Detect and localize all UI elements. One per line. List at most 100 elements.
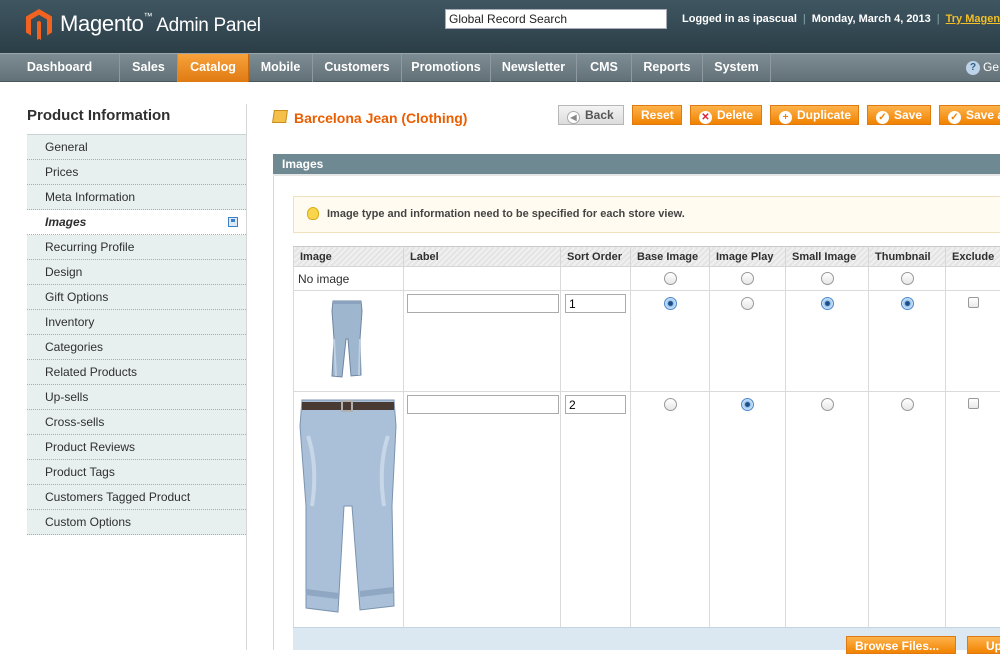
nav-cms[interactable]: CMS bbox=[577, 54, 632, 82]
sidebar-item-custom-options[interactable]: Custom Options bbox=[27, 510, 246, 535]
nav-newsletter[interactable]: Newsletter bbox=[491, 54, 577, 82]
sidebar-divider bbox=[246, 104, 247, 650]
sort-order-input[interactable] bbox=[565, 395, 626, 414]
images-table: Image Label Sort Order Base Image Image … bbox=[293, 246, 1000, 628]
exclude-checkbox[interactable] bbox=[968, 398, 979, 409]
sidebar-tabs: General Prices Meta Information Images R… bbox=[27, 134, 246, 535]
page-title: Barcelona Jean (Clothing) bbox=[294, 110, 467, 126]
product-image-thumbnail[interactable] bbox=[327, 299, 367, 379]
reset-button[interactable]: Reset bbox=[632, 105, 682, 125]
save-and-continue-label: Save a bbox=[966, 108, 1000, 122]
image-label-input[interactable] bbox=[407, 395, 559, 414]
sidebar-item-related-products[interactable]: Related Products bbox=[27, 360, 246, 385]
save-button[interactable]: ✓Save bbox=[867, 105, 931, 125]
sidebar-item-design[interactable]: Design bbox=[27, 260, 246, 285]
exclude-checkbox[interactable] bbox=[968, 297, 979, 308]
column-header-image-play: Image Play bbox=[710, 247, 786, 267]
sidebar-item-images[interactable]: Images bbox=[27, 210, 246, 235]
nav-system[interactable]: System bbox=[703, 54, 771, 82]
table-row bbox=[294, 291, 1000, 392]
check-icon: ✓ bbox=[948, 111, 961, 124]
header-date: Monday, March 4, 2013 bbox=[812, 13, 931, 25]
no-image-base-radio[interactable] bbox=[664, 272, 677, 285]
global-search-input[interactable] bbox=[445, 9, 667, 29]
sidebar-item-categories[interactable]: Categories bbox=[27, 335, 246, 360]
base-image-radio[interactable] bbox=[664, 297, 677, 310]
column-header-base-image: Base Image bbox=[631, 247, 710, 267]
sidebar-item-inventory[interactable]: Inventory bbox=[27, 310, 246, 335]
duplicate-button-label: Duplicate bbox=[797, 108, 851, 122]
images-section-header: Images bbox=[273, 154, 1000, 176]
column-header-image: Image bbox=[294, 247, 404, 267]
brand-subtitle: Admin Panel bbox=[156, 15, 260, 36]
help-label: Ge bbox=[983, 60, 999, 74]
sidebar-item-cross-sells[interactable]: Cross-sells bbox=[27, 410, 246, 435]
thumbnail-radio[interactable] bbox=[901, 297, 914, 310]
duplicate-button[interactable]: + Duplicate bbox=[770, 105, 859, 125]
small-image-radio[interactable] bbox=[821, 297, 834, 310]
product-box-icon bbox=[272, 110, 288, 123]
column-header-sort-order: Sort Order bbox=[561, 247, 631, 267]
column-header-thumbnail: Thumbnail bbox=[869, 247, 946, 267]
store-view-notice: Image type and information need to be sp… bbox=[293, 196, 1000, 233]
nav-reports[interactable]: Reports bbox=[632, 54, 703, 82]
delete-button[interactable]: ✕ Delete bbox=[690, 105, 762, 125]
nav-dashboard[interactable]: Dashboard bbox=[0, 54, 120, 82]
no-image-label: No image bbox=[294, 267, 404, 291]
image-label-input[interactable] bbox=[407, 294, 559, 313]
thumbnail-radio[interactable] bbox=[901, 398, 914, 411]
back-button-label: Back bbox=[585, 108, 614, 122]
no-image-thumbnail-radio[interactable] bbox=[901, 272, 914, 285]
base-image-radio[interactable] bbox=[664, 398, 677, 411]
sidebar-item-product-tags[interactable]: Product Tags bbox=[27, 460, 246, 485]
changed-save-icon bbox=[228, 217, 238, 227]
sidebar-title: Product Information bbox=[27, 107, 170, 124]
upload-button[interactable]: Up bbox=[967, 636, 1000, 654]
sidebar-item-meta-information[interactable]: Meta Information bbox=[27, 185, 246, 210]
image-play-radio[interactable] bbox=[741, 398, 754, 411]
column-header-label: Label bbox=[404, 247, 561, 267]
help-icon: ? bbox=[966, 61, 980, 75]
notice-text: Image type and information need to be sp… bbox=[327, 208, 685, 220]
try-magento-link[interactable]: Try Magento G bbox=[946, 13, 1000, 25]
browse-files-button[interactable]: Browse Files... bbox=[846, 636, 956, 654]
delete-x-icon: ✕ bbox=[699, 111, 712, 124]
sidebar-item-prices[interactable]: Prices bbox=[27, 160, 246, 185]
no-image-small-radio[interactable] bbox=[821, 272, 834, 285]
delete-button-label: Delete bbox=[717, 108, 753, 122]
back-button[interactable]: ◀ Back bbox=[558, 105, 624, 125]
column-header-small-image: Small Image bbox=[786, 247, 869, 267]
trademark: ™ bbox=[144, 11, 153, 21]
reset-button-label: Reset bbox=[641, 108, 674, 122]
sidebar-item-product-reviews[interactable]: Product Reviews bbox=[27, 435, 246, 460]
help-link[interactable]: ?Ge bbox=[966, 60, 1000, 78]
nav-customers[interactable]: Customers bbox=[313, 54, 402, 82]
product-image-large[interactable] bbox=[298, 396, 398, 618]
sidebar-item-recurring-profile[interactable]: Recurring Profile bbox=[27, 235, 246, 260]
brand-title: Magento™Admin Panel bbox=[60, 11, 261, 37]
brand-name: Magento bbox=[60, 11, 144, 36]
sidebar-item-customers-tagged-product[interactable]: Customers Tagged Product bbox=[27, 485, 246, 510]
no-image-play-radio[interactable] bbox=[741, 272, 754, 285]
small-image-radio[interactable] bbox=[821, 398, 834, 411]
table-row-no-image: No image bbox=[294, 267, 1000, 291]
sidebar-item-gift-options[interactable]: Gift Options bbox=[27, 285, 246, 310]
sort-order-input[interactable] bbox=[565, 294, 626, 313]
save-and-continue-button[interactable]: ✓ Save a bbox=[939, 105, 1000, 125]
logged-in-text: Logged in as ipascual bbox=[682, 13, 797, 25]
nav-catalog[interactable]: Catalog bbox=[178, 54, 249, 82]
sidebar-item-general[interactable]: General bbox=[27, 135, 246, 160]
nav-mobile[interactable]: Mobile bbox=[249, 54, 313, 82]
magento-logo-icon[interactable] bbox=[26, 9, 52, 40]
nav-promotions[interactable]: Promotions bbox=[402, 54, 491, 82]
column-header-exclude: Exclude bbox=[946, 247, 1000, 267]
table-row bbox=[294, 392, 1000, 628]
nav-sales[interactable]: Sales bbox=[120, 54, 178, 82]
image-play-radio[interactable] bbox=[741, 297, 754, 310]
plus-icon: + bbox=[779, 111, 792, 124]
sidebar-item-up-sells[interactable]: Up-sells bbox=[27, 385, 246, 410]
lightbulb-icon bbox=[307, 207, 319, 220]
back-arrow-icon: ◀ bbox=[567, 111, 580, 124]
sidebar-item-images-label: Images bbox=[45, 215, 86, 229]
table-header-row: Image Label Sort Order Base Image Image … bbox=[294, 247, 1000, 267]
